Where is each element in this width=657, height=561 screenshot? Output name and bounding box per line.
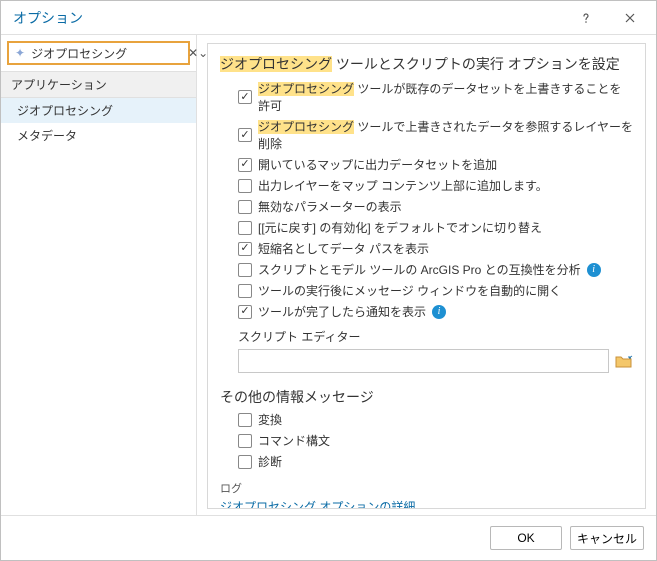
browse-button[interactable] [615,352,633,370]
option-label: ジオプロセシング ツールが既存のデータセットを上書きすることを許可 [258,80,633,114]
option-label: 短縮名としてデータ パスを表示 [258,240,429,257]
option-row: 短縮名としてデータ パスを表示 [238,240,633,257]
checkbox[interactable] [238,179,252,193]
option-label: 出力レイヤーをマップ コンテンツ上部に追加します。 [258,177,548,194]
option-row: 開いているマップに出力データセットを追加 [238,156,633,173]
editor-label: スクリプト エディター [238,328,633,345]
option-label: 変換 [258,411,282,428]
other-messages-heading: その他の情報メッセージ [220,387,633,407]
checkbox[interactable] [238,200,252,214]
script-editor-input[interactable] [238,349,609,373]
option-label: ツールの実行後にメッセージ ウィンドウを自動的に開く [258,282,561,299]
option-row: ツールの実行後にメッセージ ウィンドウを自動的に開く [238,282,633,299]
option-label: スクリプトとモデル ツールの ArcGIS Pro との互換性を分析 [258,261,581,278]
checkbox[interactable] [238,284,252,298]
sidebar: ✦ ✕ ⌄ アプリケーション ジオプロセシング メタデータ [1,35,197,515]
option-row: ジオプロセシング ツールが既存のデータセットを上書きすることを許可 [238,80,633,114]
option-row: コマンド構文 [238,432,633,449]
checkbox[interactable] [238,455,252,469]
checkbox[interactable] [238,128,252,142]
option-row: スクリプトとモデル ツールの ArcGIS Pro との互換性を分析 i [238,261,633,278]
search-input[interactable] [29,45,188,61]
options-panel: ジオプロセシング ツールとスクリプトの実行 オプションを設定 ジオプロセシング … [207,43,646,509]
option-row: ジオプロセシング ツールで上書きされたデータを参照するレイヤーを削除 [238,118,633,152]
checkbox[interactable] [238,242,252,256]
titlebar: オプション [1,1,656,35]
checkbox[interactable] [238,305,252,319]
checkbox[interactable] [238,158,252,172]
log-label: ログ [220,480,633,496]
close-button[interactable] [608,4,652,32]
option-label: コマンド構文 [258,432,330,449]
option-row: 変換 [238,411,633,428]
cancel-button[interactable]: キャンセル [570,526,644,550]
option-label: 開いているマップに出力データセットを追加 [258,156,497,173]
option-label: ツールが完了したら通知を表示 [258,303,426,320]
option-row: ツールが完了したら通知を表示 i [238,303,633,320]
heading-highlight: ジオプロセシング [220,56,332,72]
section-heading: ジオプロセシング ツールとスクリプトの実行 オプションを設定 [220,54,633,74]
checkbox[interactable] [238,90,252,104]
window-title: オプション [13,8,564,28]
option-row: 診断 [238,453,633,470]
option-row: 無効なパラメーターの表示 [238,198,633,215]
option-label: 無効なパラメーターの表示 [258,198,402,215]
help-button[interactable] [564,4,608,32]
dialog-footer: OK キャンセル [1,515,656,560]
checkbox[interactable] [238,413,252,427]
checkbox[interactable] [238,221,252,235]
option-row: 出力レイヤーをマップ コンテンツ上部に追加します。 [238,177,633,194]
checkbox[interactable] [238,434,252,448]
option-label: [[元に戻す] の有効化] をデフォルトでオンに切り替え [258,219,542,236]
ok-button[interactable]: OK [490,526,562,550]
info-icon[interactable]: i [587,263,601,277]
option-label: ジオプロセシング ツールで上書きされたデータを参照するレイヤーを削除 [258,118,633,152]
option-row: [[元に戻す] の有効化] をデフォルトでオンに切り替え [238,219,633,236]
sparkle-icon: ✦ [15,46,25,60]
info-icon[interactable]: i [432,305,446,319]
sidebar-item-metadata[interactable]: メタデータ [1,123,196,148]
sidebar-item-geoprocessing[interactable]: ジオプロセシング [1,98,196,123]
sidebar-category: アプリケーション [1,71,196,98]
search-box[interactable]: ✦ ✕ ⌄ [7,41,190,65]
checkbox[interactable] [238,263,252,277]
details-link[interactable]: ジオプロセシング オプションの詳細 [220,498,633,509]
option-label: 診断 [258,453,282,470]
